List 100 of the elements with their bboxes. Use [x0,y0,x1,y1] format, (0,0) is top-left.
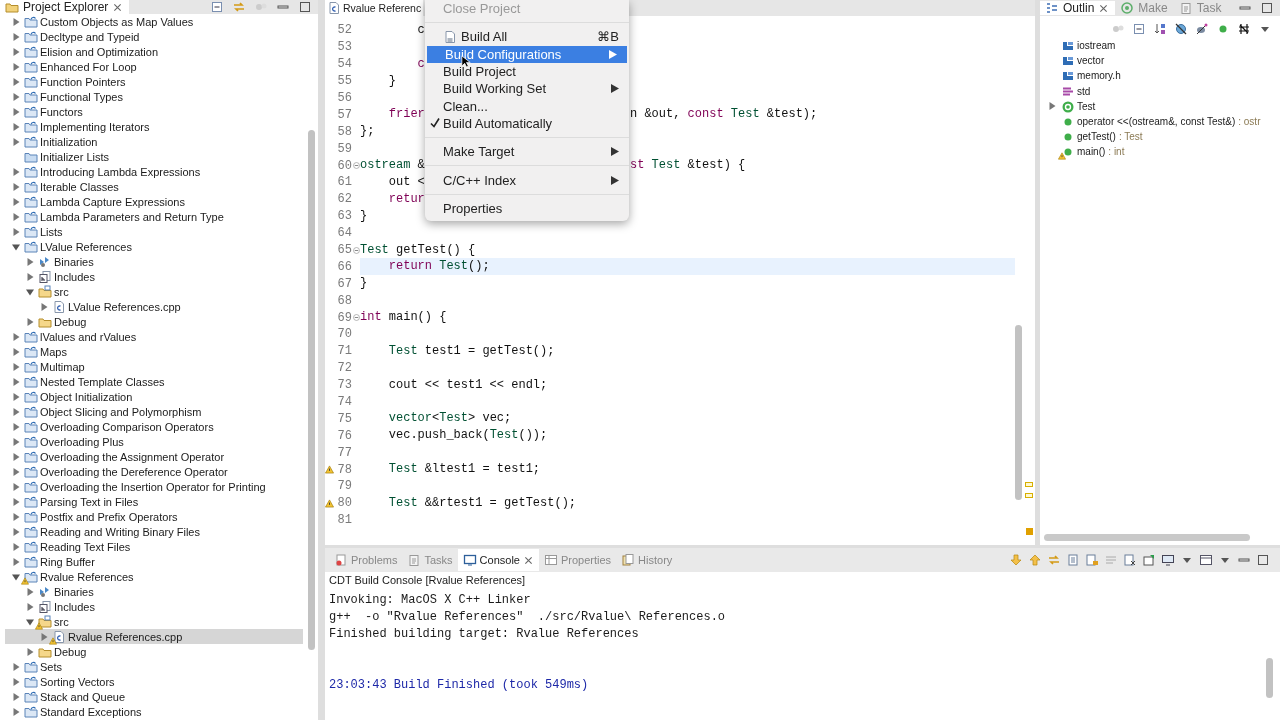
monitor-icon[interactable] [1161,553,1175,567]
expand-arrow-icon[interactable] [12,212,20,221]
expand-arrow-icon[interactable] [12,47,20,56]
expand-arrow-icon[interactable] [12,107,20,116]
tree-item[interactable]: Stack and Queue [5,689,303,704]
expand-arrow-icon[interactable] [12,362,20,371]
tree-item[interactable]: Nested Template Classes [5,374,303,389]
expand-arrow-icon[interactable] [12,497,20,506]
tree-item[interactable]: Reading and Writing Binary Files [5,524,303,539]
maximize-icon[interactable] [1260,1,1274,15]
expand-arrow-icon[interactable] [12,692,20,701]
expand-arrow-icon[interactable] [26,602,34,611]
maximize-icon[interactable] [298,0,312,14]
menu-item[interactable]: Build All ⌘B [425,28,629,46]
tree-item[interactable]: Object Initialization [5,389,303,404]
hide-icon[interactable] [1174,22,1188,36]
outline-item[interactable]: iostream [1040,38,1280,54]
tree-item[interactable]: Parsing Text in Files [5,494,303,509]
expand-arrow-icon[interactable] [12,422,20,431]
tree-item[interactable]: Function Pointers [5,74,303,89]
tree-item[interactable]: Iterable Classes [5,179,303,194]
window-icon[interactable] [1199,553,1213,567]
expand-arrow-icon[interactable] [26,587,34,596]
expand-arrow-icon[interactable] [12,92,20,101]
menu-item[interactable]: Clean... [425,97,629,115]
tree-item[interactable]: lValues and rValues [5,329,303,344]
expand-arrow-icon[interactable] [12,512,20,521]
expand-arrow-icon[interactable] [12,17,20,26]
close-icon[interactable] [112,1,124,13]
hide-static-icon[interactable] [1195,22,1209,36]
collapse-arrow-icon[interactable] [26,617,34,626]
expand-arrow-icon[interactable] [26,257,34,266]
tree-item[interactable]: Reading Text Files [5,539,303,554]
expand-arrow-icon[interactable] [26,647,34,656]
tree-item[interactable]: Decltype and Typeid [5,29,303,44]
fold-icon[interactable] [353,246,360,254]
tree-item[interactable]: Initialization [5,134,303,149]
expand-arrow-icon[interactable] [12,122,20,131]
tree-item[interactable]: Lambda Parameters and Return Type [5,209,303,224]
expand-arrow-icon[interactable] [40,632,48,641]
tree-item[interactable]: Binaries [5,584,303,599]
expand-arrow-icon[interactable] [12,557,20,566]
expand-arrow-icon[interactable] [12,467,20,476]
tree-item[interactable]: src [5,284,303,299]
menu-item[interactable]: Build Configurations [427,45,627,63]
clear-icon[interactable] [1123,553,1137,567]
expand-arrow-icon[interactable] [26,317,34,326]
tree-item[interactable]: Implementing Iterators [5,119,303,134]
outline-item[interactable]: main() : int [1040,144,1280,160]
panel-tab[interactable]: Outlin [1040,1,1116,15]
maximize-icon[interactable] [1256,553,1270,567]
tree-item[interactable]: Initializer Lists [5,149,303,164]
collapse-arrow-icon[interactable] [26,287,34,296]
expand-arrow-icon[interactable] [12,227,20,236]
expand-arrow-icon[interactable] [12,707,20,716]
outline-item[interactable]: operator <<(ostream&, const Test&) : ostr [1040,113,1280,130]
menu-item[interactable]: Properties [425,199,629,217]
expand-arrow-icon[interactable] [12,32,20,41]
tree-item[interactable]: Lists [5,224,303,239]
tree-item[interactable]: Overloading Comparison Operators [5,419,303,434]
expand-arrow-icon[interactable] [12,677,20,686]
tree-item[interactable]: Overloading the Dereference Operator [5,464,303,479]
editor-tab[interactable]: Rvalue Referenc [325,0,424,16]
expand-arrow-icon[interactable] [12,137,20,146]
tree-item[interactable]: Sets [5,659,303,674]
menu-item[interactable]: Build Working Set [425,80,629,98]
tree-item[interactable]: Object Slicing and Polymorphism [5,404,303,419]
tree-item[interactable]: Includes [5,269,303,284]
tree-item[interactable]: Enhanced For Loop [5,59,303,74]
pin-icon[interactable] [1142,553,1156,567]
expand-arrow-icon[interactable] [12,377,20,386]
collapse-all-icon[interactable] [1132,22,1146,36]
expand-arrow-icon[interactable] [40,302,48,311]
outline-item[interactable]: memory.h [1040,68,1280,84]
collapse-arrow-icon[interactable] [12,242,20,251]
tree-item[interactable]: Custom Objects as Map Values [5,14,303,29]
scrollbar-thumb[interactable] [308,130,315,650]
tree-item[interactable]: Overloading the Insertion Operator for Printing [5,479,303,494]
expand-arrow-icon[interactable] [12,392,20,401]
panel-tab[interactable]: Console [457,549,539,571]
close-icon[interactable] [522,554,534,566]
expand-arrow-icon[interactable] [12,527,20,536]
expand-arrow-icon[interactable] [12,182,20,191]
tree-item[interactable]: Overloading Plus [5,434,303,449]
overview-marker[interactable] [1025,482,1033,487]
scrollbar-thumb[interactable] [1044,534,1250,541]
outline-item[interactable]: std [1040,83,1280,99]
tree-item[interactable]: src [5,614,303,629]
tree-item[interactable]: Elision and Optimization [5,44,303,59]
menu-item[interactable]: Make Target [425,143,629,161]
menu-item[interactable]: C/C++ Index [425,171,629,189]
hash-icon[interactable] [1237,22,1251,36]
sort-icon[interactable] [1153,22,1167,36]
tree-item[interactable]: Postfix and Prefix Operators [5,509,303,524]
tree-item[interactable]: Introducing Lambda Expressions [5,164,303,179]
expand-arrow-icon[interactable] [12,347,20,356]
tree-item[interactable]: Includes [5,599,303,614]
tree-item[interactable]: Binaries [5,254,303,269]
tree-item[interactable]: Standard Exceptions [5,704,303,719]
overview-marker[interactable] [1025,493,1033,498]
